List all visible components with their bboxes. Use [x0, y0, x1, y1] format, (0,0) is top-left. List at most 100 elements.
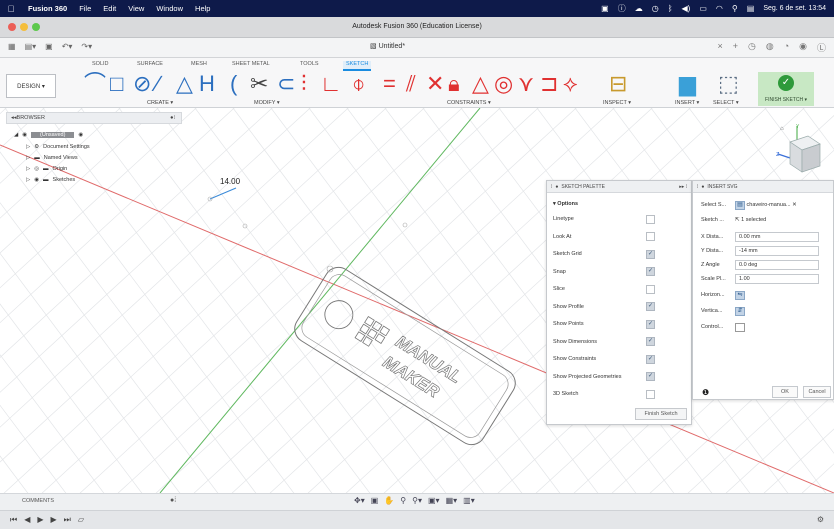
tab-tools[interactable]: TOOLS — [300, 61, 319, 67]
home-view-icon[interactable]: ⌂ — [780, 126, 784, 132]
cancel-button[interactable]: Cancel — [803, 386, 831, 398]
palette-finish-sketch-button[interactable]: Finish Sketch — [635, 408, 687, 420]
clock-text[interactable]: Seg. 6 de set. 13:54 — [763, 5, 826, 12]
parallel-constraint-icon[interactable]: ⫽ — [406, 72, 416, 96]
palette-option-checkbox[interactable]: ✓ — [646, 302, 655, 311]
arc-tool-icon[interactable]: ∕ — [156, 72, 160, 96]
redo-icon[interactable]: ↷▾ — [81, 42, 92, 51]
workspace-switcher-button[interactable]: DESIGN ▾ — [6, 74, 56, 98]
modify-menu[interactable]: MODIFY ▾ — [254, 100, 280, 106]
tab-sketch[interactable]: SKETCH — [343, 61, 372, 71]
dimension-value-label[interactable]: 14.00 — [220, 177, 240, 186]
collinear-constraint-icon[interactable]: ⋎ — [518, 72, 534, 96]
extensions-icon[interactable]: ◷ — [748, 41, 756, 54]
palette-option-row[interactable]: Sketch Grid ✓ — [553, 247, 685, 261]
equal-constraint-icon[interactable]: = — [383, 72, 396, 96]
palette-option-checkbox[interactable]: ✓ — [646, 372, 655, 381]
tab-mesh[interactable]: MESH — [191, 61, 207, 67]
palette-option-checkbox[interactable]: ✓ — [646, 319, 655, 329]
measure-tool-icon[interactable]: ⊟ — [609, 72, 627, 96]
go-to-end-icon[interactable]: ⏭ — [64, 515, 71, 525]
fillet-tool-icon[interactable]: ( — [230, 72, 237, 96]
create-menu[interactable]: CREATE ▾ — [147, 100, 173, 106]
apple-icon[interactable]:  — [0, 4, 22, 14]
profile-icon[interactable]: Ⓛ — [817, 41, 826, 54]
visibility-icon[interactable]: ◉ — [34, 177, 39, 183]
y-distance-row[interactable]: Y Dista... -14 mm — [701, 245, 827, 257]
finish-sketch-button[interactable]: ✓ FINISH SKETCH ▾ — [758, 72, 814, 106]
grid-snap-icon[interactable]: ▦▾ — [446, 496, 458, 505]
palette-option-row[interactable]: Show Points ✓ — [553, 317, 685, 331]
insert-svg-header[interactable]: ⁞ ● INSERT SVG — [693, 181, 833, 193]
document-tab[interactable]: ▧ Untitled* — [370, 42, 405, 50]
sketch-plane-row[interactable]: Sketch ... ⇱ 1 selected — [701, 214, 827, 226]
svg-file-row[interactable]: Select S... ▤ chaveiro-manua... ✕ — [701, 199, 827, 211]
tab-surface[interactable]: SURFACE — [137, 61, 163, 67]
info-icon[interactable]: ⓘ — [618, 3, 626, 14]
tab-sheet-metal[interactable]: SHEET METAL — [232, 61, 270, 67]
expand-arrow-icon[interactable]: ◢ — [14, 132, 18, 138]
volume-icon[interactable]: ◀) — [682, 4, 691, 13]
tangent-constraint-icon[interactable]: ⌽ — [352, 72, 365, 96]
palette-option-row[interactable]: Show Constraints ✓ — [553, 352, 685, 366]
look-at-icon[interactable]: ▣ — [371, 496, 379, 505]
browser-item-document-settings[interactable]: ▷ ⚙ Document Settings — [26, 141, 90, 152]
options-section-header[interactable]: ▾ Options — [553, 197, 685, 211]
browser-header[interactable]: ◂◂ BROWSER ●⁞ — [6, 112, 182, 124]
sketch-dimension-icon[interactable]: ⫶ — [301, 72, 307, 96]
fix-constraint-icon[interactable]: 🔒︎ — [448, 72, 460, 96]
select-tool-icon[interactable]: ⬚ — [718, 72, 739, 96]
palette-option-checkbox[interactable]: ✓ — [646, 354, 655, 364]
comments-toggle-icon[interactable]: ●⁞ — [170, 497, 176, 504]
comments-label[interactable]: COMMENTS — [22, 498, 54, 504]
palette-option-row[interactable]: Show Profile ✓ — [553, 300, 685, 314]
tab-solid[interactable]: SOLID — [92, 61, 109, 67]
svg-file-icon[interactable]: ▤ — [735, 200, 745, 210]
file-menu-icon[interactable]: ▤▾ — [25, 42, 37, 51]
palette-option-row[interactable]: Look At — [553, 230, 685, 244]
clear-selection-icon[interactable]: ✕ — [792, 202, 797, 208]
clock-icon[interactable]: ◷ — [652, 4, 659, 13]
spotlight-icon[interactable]: ⚲ — [732, 4, 738, 13]
scale-row[interactable]: Scale Pl... 1.00 — [701, 273, 827, 285]
expand-arrow-icon[interactable]: ▷ — [26, 155, 30, 161]
palette-option-checkbox[interactable]: ✓ — [646, 337, 655, 346]
active-radio-icon[interactable]: ◉ — [78, 132, 83, 138]
pan-icon[interactable]: ✋ — [384, 496, 394, 505]
palette-option-checkbox[interactable] — [646, 389, 655, 399]
x-distance-input[interactable]: 0.00 mm — [735, 232, 819, 242]
menu-help[interactable]: Help — [189, 4, 216, 13]
zoom-icon[interactable]: ⚲ — [400, 496, 406, 505]
browser-item-named-views[interactable]: ▷ ▬ Named Views — [26, 152, 78, 163]
concentric-constraint-icon[interactable]: ◎ — [494, 72, 513, 96]
inspect-menu[interactable]: INSPECT ▾ — [603, 100, 631, 106]
menu-file[interactable]: File — [73, 4, 97, 13]
palette-option-row[interactable]: Snap ✓ — [553, 265, 685, 279]
insert-image-icon[interactable]: ▆ — [679, 72, 696, 96]
status-icon[interactable]: ▣ — [601, 4, 609, 13]
vertical-flip-row[interactable]: Vertica... ⇵ — [701, 305, 827, 317]
midpoint-constraint-icon[interactable]: △ — [472, 72, 489, 96]
menu-window[interactable]: Window — [150, 4, 189, 13]
insert-menu[interactable]: INSERT ▾ — [675, 100, 699, 106]
new-tab-icon[interactable]: + — [733, 41, 738, 54]
palette-option-checkbox[interactable] — [646, 214, 655, 224]
orbit-icon[interactable]: ✥▾ — [354, 496, 365, 505]
horizontal-flip-row[interactable]: Horizon... ⇋ — [701, 289, 827, 301]
y-distance-input[interactable]: -14 mm — [735, 246, 819, 256]
polygon-tool-icon[interactable]: △ — [176, 72, 193, 96]
offset-tool-icon[interactable]: ⊂ — [277, 72, 295, 96]
browser-item-sketches[interactable]: ▷ ◉ ▬ Sketches — [26, 174, 75, 185]
control-center-icon[interactable]: ▤ — [747, 4, 755, 13]
x-distance-row[interactable]: X Dista... 0.00 mm — [701, 231, 827, 243]
step-forward-icon[interactable]: ▶ — [51, 515, 57, 525]
palette-option-row[interactable]: Slice — [553, 282, 685, 296]
help-icon[interactable]: ◉ — [799, 41, 807, 54]
palette-option-checkbox[interactable]: ✓ — [646, 249, 655, 259]
svg-file-value[interactable]: chaveiro-manua... — [747, 202, 791, 208]
palette-option-row[interactable]: Show Projected Geometries ✓ — [553, 370, 685, 384]
perpendicular-constraint-icon[interactable]: ✕ — [426, 72, 444, 96]
fit-icon[interactable]: ⚲▾ — [412, 496, 422, 505]
curvature-constraint-icon[interactable]: ⟡ — [563, 72, 578, 96]
step-back-icon[interactable]: ◀ — [24, 515, 30, 525]
